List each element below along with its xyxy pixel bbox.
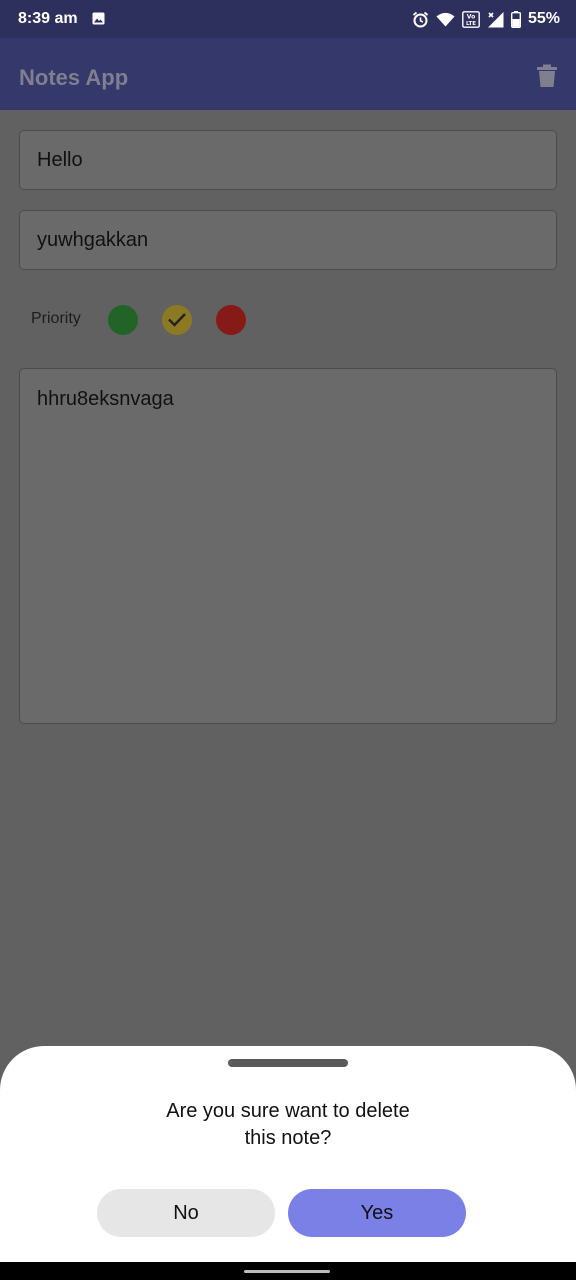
status-icons: Vo LTE 55% — [412, 8, 560, 30]
message-line-2: this note? — [244, 1127, 332, 1149]
priority-green-option[interactable] — [108, 305, 138, 335]
note-body-input[interactable]: hhru8eksnvaga — [19, 368, 557, 724]
priority-red-option[interactable] — [216, 305, 246, 335]
message-line-1: Are you sure want to delete — [166, 1100, 410, 1122]
delete-confirmation-sheet: Are you sure want to delete this note? N… — [0, 1046, 576, 1262]
app-bar: Notes App — [0, 38, 576, 110]
no-button[interactable]: No — [97, 1189, 275, 1237]
trash-icon[interactable] — [536, 64, 558, 88]
sheet-drag-handle[interactable] — [228, 1059, 348, 1067]
svg-text:LTE: LTE — [466, 21, 476, 27]
wifi-icon — [436, 12, 455, 26]
app-title: Notes App — [19, 65, 129, 90]
battery-icon — [510, 10, 521, 28]
image-notification-icon — [92, 12, 105, 25]
priority-label: Priority — [31, 310, 81, 327]
note-title-input[interactable]: Hello — [19, 130, 557, 190]
priority-yellow-option[interactable] — [162, 305, 192, 335]
note-subtitle-input[interactable]: yuwhgakkan — [19, 210, 557, 270]
navigation-bar — [0, 1262, 576, 1280]
check-icon — [168, 313, 186, 327]
volte-icon: Vo LTE — [462, 10, 480, 28]
svg-text:Vo: Vo — [467, 13, 475, 20]
cellular-signal-icon — [487, 11, 504, 27]
battery-percent: 55% — [527, 10, 560, 27]
status-bar: 8:39 am Vo LTE 55% — [0, 0, 576, 38]
status-time: 8:39 am — [18, 10, 78, 27]
delete-confirmation-message: Are you sure want to delete this note? — [0, 1098, 576, 1152]
alarm-icon — [412, 11, 429, 27]
yes-button[interactable]: Yes — [288, 1189, 466, 1237]
home-gesture-handle[interactable] — [244, 1270, 330, 1273]
